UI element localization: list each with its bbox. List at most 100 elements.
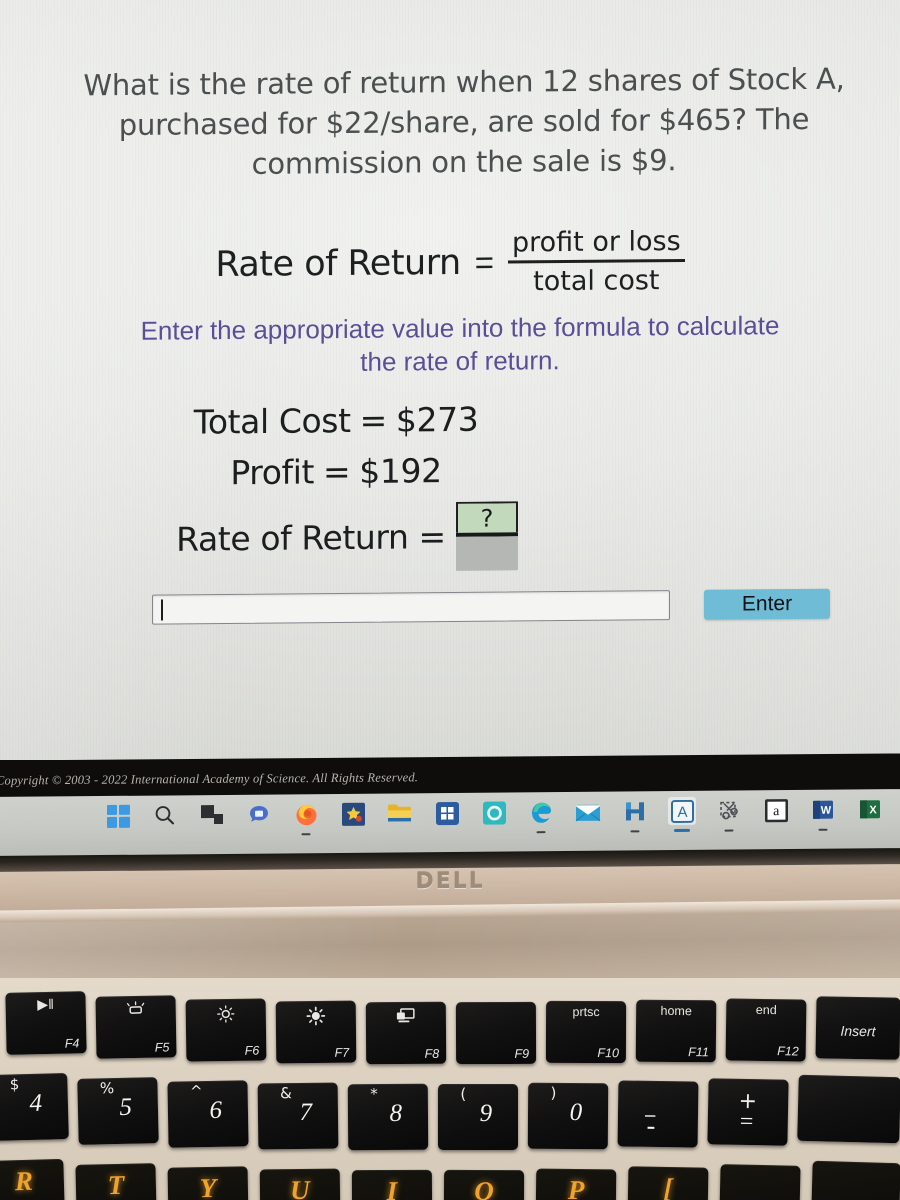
copyright-text: Copyright © 2003 - 2022 International Ac… (0, 769, 419, 788)
rate-of-return-formula: Rate of Return = profit or loss total co… (0, 224, 900, 302)
profit-line: Profit = $192 (0, 446, 900, 494)
key-8[interactable]: * 8 (347, 1083, 429, 1151)
firefox-icon[interactable] (292, 800, 320, 836)
answer-input[interactable] (152, 590, 670, 625)
rate-of-return-answer-line: Rate of Return = ? (0, 497, 900, 575)
key-u-label: U (290, 1174, 310, 1200)
paint-icon[interactable] (339, 800, 367, 828)
question-text: What is the rate of return when 12 share… (83, 61, 845, 181)
profit-label: Profit (230, 452, 315, 493)
key-8-label: 8 (389, 1099, 403, 1127)
enter-button[interactable]: Enter (704, 588, 830, 620)
microsoft-store-icon[interactable] (433, 799, 461, 827)
key-r-label: R (14, 1165, 34, 1197)
display-projector-icon (394, 1007, 418, 1025)
key-f11-label: F11 (688, 1045, 709, 1060)
key-i[interactable]: I (351, 1169, 433, 1200)
app-h-icon[interactable] (621, 797, 649, 833)
key-i-label: I (386, 1175, 398, 1200)
key-f10[interactable]: prtsc F10 (545, 1000, 627, 1064)
key-f8[interactable]: F8 (365, 1001, 447, 1065)
formula-fraction: profit or loss total cost (507, 225, 685, 298)
key-f10-top-label: prtsc (572, 1004, 600, 1020)
windows-start-icon[interactable] (104, 802, 132, 830)
key-t-label: T (107, 1169, 125, 1200)
key-7-label: 7 (299, 1098, 313, 1126)
svg-text:X: X (869, 804, 877, 816)
key-backspace[interactable] (797, 1074, 900, 1144)
cortana-icon[interactable] (480, 798, 508, 826)
answer-denominator-box (455, 536, 518, 571)
key-f5[interactable]: F5 (95, 995, 177, 1059)
acellus-a-icon[interactable]: A (668, 796, 696, 833)
key-f11[interactable]: home F11 (635, 999, 717, 1063)
key-5[interactable]: % 5 (77, 1077, 159, 1145)
svg-text:a: a (773, 804, 780, 819)
svg-text:A: A (677, 803, 687, 820)
key-equals-label: = (737, 1108, 755, 1136)
key-f4[interactable]: ▶ǁ F4 (5, 991, 87, 1055)
key-f4-glyph: ▶ǁ (37, 995, 55, 1013)
key-o[interactable]: O (443, 1169, 525, 1200)
key-4-label: 4 (29, 1089, 43, 1117)
key-4[interactable]: $ 4 (0, 1072, 69, 1142)
edge-icon[interactable] (527, 798, 555, 834)
key-9[interactable]: ( 9 (438, 1084, 518, 1150)
snipping-tool-icon[interactable] (715, 796, 743, 832)
key-f4-label: F4 (64, 1036, 80, 1051)
key-f10-label: F10 (597, 1046, 619, 1061)
key-f9-label: F9 (514, 1046, 530, 1061)
formula-equals: = (474, 243, 494, 281)
key-bracket[interactable]: [ (627, 1166, 709, 1200)
total-cost-label: Total Cost (193, 401, 351, 442)
chat-icon[interactable] (245, 801, 273, 829)
key-r[interactable]: R (0, 1158, 65, 1200)
key-f6[interactable]: F6 (185, 998, 267, 1062)
given-values: Total Cost = $273 Profit = $192 Rate of … (0, 395, 900, 575)
key-equals[interactable]: + = (707, 1078, 789, 1146)
key-5-shift: % (99, 1079, 115, 1098)
key-u[interactable]: U (259, 1168, 341, 1200)
key-backslash[interactable] (811, 1160, 900, 1200)
key-f8-label: F8 (424, 1046, 440, 1061)
total-cost-value: $273 (395, 399, 479, 440)
profit-equals: = (323, 452, 351, 492)
laptop-screen: What is the rate of return when 12 share… (0, 0, 900, 760)
formula-numerator: profit or loss (511, 225, 681, 259)
key-bracket-close[interactable] (719, 1164, 801, 1200)
keyboard-backlight-icon (124, 1001, 148, 1017)
formula-denominator: total cost (533, 265, 660, 298)
word-icon[interactable]: W (809, 796, 837, 831)
brightness-up-icon (306, 1006, 326, 1026)
file-explorer-icon[interactable] (386, 799, 414, 827)
key-minus[interactable]: _ - (617, 1080, 699, 1148)
instruction-text: Enter the appropriate value into the for… (140, 310, 780, 377)
answer-fraction: ? (455, 501, 518, 571)
amazon-icon[interactable]: a (762, 796, 790, 824)
mail-icon[interactable] (574, 798, 602, 826)
key-f9[interactable]: F9 (455, 1001, 537, 1065)
key-7[interactable]: & 7 (257, 1082, 339, 1150)
key-f12-top-label: end (755, 1002, 777, 1018)
formula-label: Rate of Return (215, 242, 461, 286)
key-y[interactable]: Y (167, 1166, 249, 1200)
key-0[interactable]: ) 0 (527, 1082, 609, 1150)
key-6[interactable]: ^ 6 (167, 1080, 249, 1148)
key-f7[interactable]: F7 (275, 1000, 357, 1064)
search-icon[interactable] (151, 801, 179, 829)
excel-icon[interactable]: X (856, 795, 884, 823)
rate-of-return-label: Rate of Return (176, 517, 409, 559)
key-7-shift: & (280, 1084, 292, 1103)
key-o-label: O (474, 1175, 494, 1200)
key-t[interactable]: T (75, 1163, 157, 1200)
total-cost-equals: = (359, 400, 387, 440)
profit-value: $192 (359, 451, 442, 491)
key-f12[interactable]: end F12 (725, 998, 807, 1062)
task-view-icon[interactable] (198, 801, 226, 829)
key-4-shift: $ (9, 1075, 20, 1094)
key-bracket-label: [ (663, 1172, 673, 1200)
key-6-label: 6 (209, 1096, 223, 1124)
key-p[interactable]: P (535, 1168, 617, 1200)
answer-placeholder-box[interactable]: ? (455, 501, 518, 533)
key-insert[interactable]: Insert (815, 996, 900, 1060)
